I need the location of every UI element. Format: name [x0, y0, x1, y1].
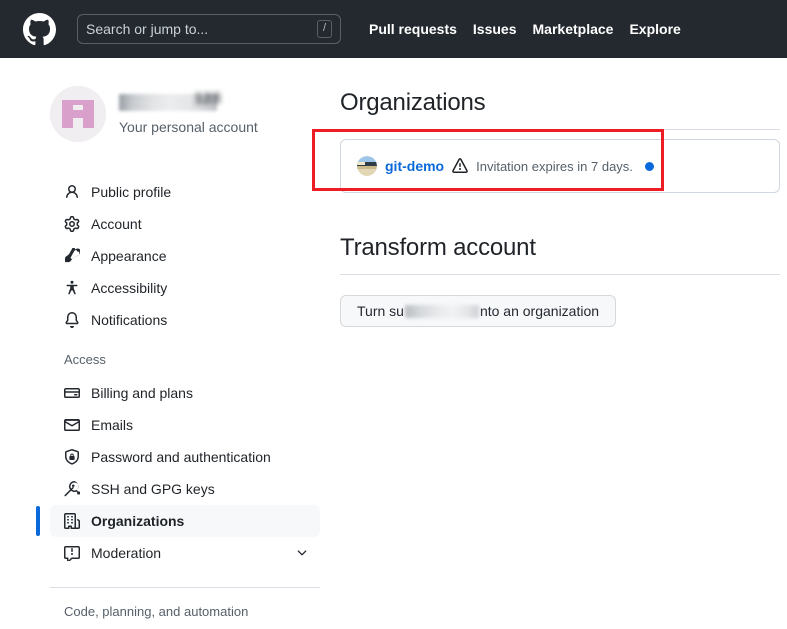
- sidebar-item-account[interactable]: Account: [50, 208, 320, 240]
- sidebar-item-ssh-and-gpg-keys[interactable]: SSH and GPG keys: [50, 473, 320, 505]
- identicon-avatar: [50, 86, 106, 142]
- header-nav: Pull requests Issues Marketplace Explore: [369, 21, 681, 37]
- account-header: 123 Your personal account: [50, 86, 320, 142]
- search-input[interactable]: Search or jump to... /: [77, 14, 341, 44]
- unread-dot-icon: [644, 161, 654, 171]
- search-placeholder: Search or jump to...: [86, 21, 209, 37]
- account-subtitle: Your personal account: [119, 118, 258, 135]
- accessibility-icon: [64, 280, 80, 296]
- account-username-redacted: 123: [119, 90, 221, 111]
- nav-marketplace[interactable]: Marketplace: [533, 21, 614, 37]
- sidebar-item-password-and-authentication[interactable]: Password and authentication: [50, 441, 320, 473]
- person-icon: [64, 184, 80, 200]
- sidebar-item-label: Organizations: [91, 513, 185, 530]
- settings-sidebar: 123 Your personal account Public profile…: [0, 86, 320, 629]
- organization-name-link[interactable]: git-demo: [385, 158, 444, 174]
- sidebar-item-label: Moderation: [91, 545, 162, 562]
- page-body: 123 Your personal account Public profile…: [0, 58, 787, 629]
- bell-icon: [64, 312, 80, 328]
- alert-triangle-icon: [452, 158, 468, 174]
- sidebar-item-public-profile[interactable]: Public profile: [50, 176, 320, 208]
- sidebar-item-label: Accessibility: [91, 280, 168, 296]
- global-header: Search or jump to... / Pull requests Iss…: [0, 0, 787, 58]
- sidebar-nav: Public profile Account Appearance Access…: [36, 176, 320, 621]
- sidebar-item-moderation[interactable]: Moderation: [50, 537, 320, 569]
- sidebar-item-label: Emails: [91, 417, 134, 434]
- nav-issues[interactable]: Issues: [473, 21, 517, 37]
- org-avatar-photo: [357, 156, 377, 176]
- sidebar-item-label: Billing and plans: [91, 385, 193, 402]
- sidebar-item-label: Notifications: [91, 312, 168, 328]
- sidebar-item-accessibility[interactable]: Accessibility: [50, 272, 320, 304]
- report-icon: [64, 545, 80, 562]
- key-icon: [64, 481, 80, 497]
- sidebar-item-label: Appearance: [91, 248, 167, 264]
- sidebar-section-code-planning-automation: Code, planning, and automation: [64, 604, 249, 620]
- sidebar-section-access: Access: [64, 352, 106, 367]
- credit-card-icon: [64, 385, 80, 401]
- organization-row[interactable]: git-demo Invitation expires in 7 days.: [340, 139, 780, 193]
- sidebar-item-appearance[interactable]: Appearance: [50, 240, 320, 272]
- organizations-title-rule: [340, 129, 780, 130]
- chevron-down-icon[interactable]: [294, 545, 310, 561]
- sidebar-item-organizations[interactable]: Organizations: [36, 505, 320, 538]
- nav-explore[interactable]: Explore: [629, 21, 680, 37]
- sidebar-item-emails[interactable]: Emails: [50, 409, 320, 441]
- sidebar-item-notifications[interactable]: Notifications: [50, 304, 320, 336]
- organization-status-text: Invitation expires in 7 days.: [476, 158, 633, 174]
- gear-icon: [64, 216, 80, 232]
- button-label-prefix: Turn su: [357, 303, 404, 319]
- sidebar-divider: [50, 587, 320, 589]
- button-label-suffix: nto an organization: [479, 303, 600, 319]
- sidebar-item-label: Public profile: [91, 184, 172, 200]
- sidebar-item-label: Password and authentication: [91, 449, 271, 466]
- organization-icon: [64, 513, 80, 530]
- organizations-list: git-demo Invitation expires in 7 days.: [312, 129, 780, 193]
- transform-account-title-rule: [340, 274, 780, 275]
- organizations-heading: Organizations: [340, 89, 486, 116]
- main-content: Organizations git-demo Invitation expire…: [312, 86, 787, 629]
- turn-into-organization-button[interactable]: Turn su nto an organization: [340, 295, 617, 327]
- mail-icon: [64, 417, 80, 433]
- search-shortcut-badge: /: [316, 20, 332, 38]
- sidebar-item-label: Account: [91, 216, 142, 232]
- sidebar-item-label: SSH and GPG keys: [91, 481, 215, 498]
- sidebar-item-billing-and-plans[interactable]: Billing and plans: [50, 377, 320, 409]
- account-meta: 123 Your personal account: [119, 90, 258, 136]
- shield-lock-icon: [64, 449, 80, 465]
- github-mark-icon[interactable]: [23, 12, 56, 46]
- button-label-redacted: [404, 304, 479, 318]
- transform-account-heading: Transform account: [340, 234, 536, 261]
- paintbrush-icon: [64, 248, 80, 264]
- nav-pull-requests[interactable]: Pull requests: [369, 21, 457, 37]
- account-username-fragment: 123: [194, 89, 221, 107]
